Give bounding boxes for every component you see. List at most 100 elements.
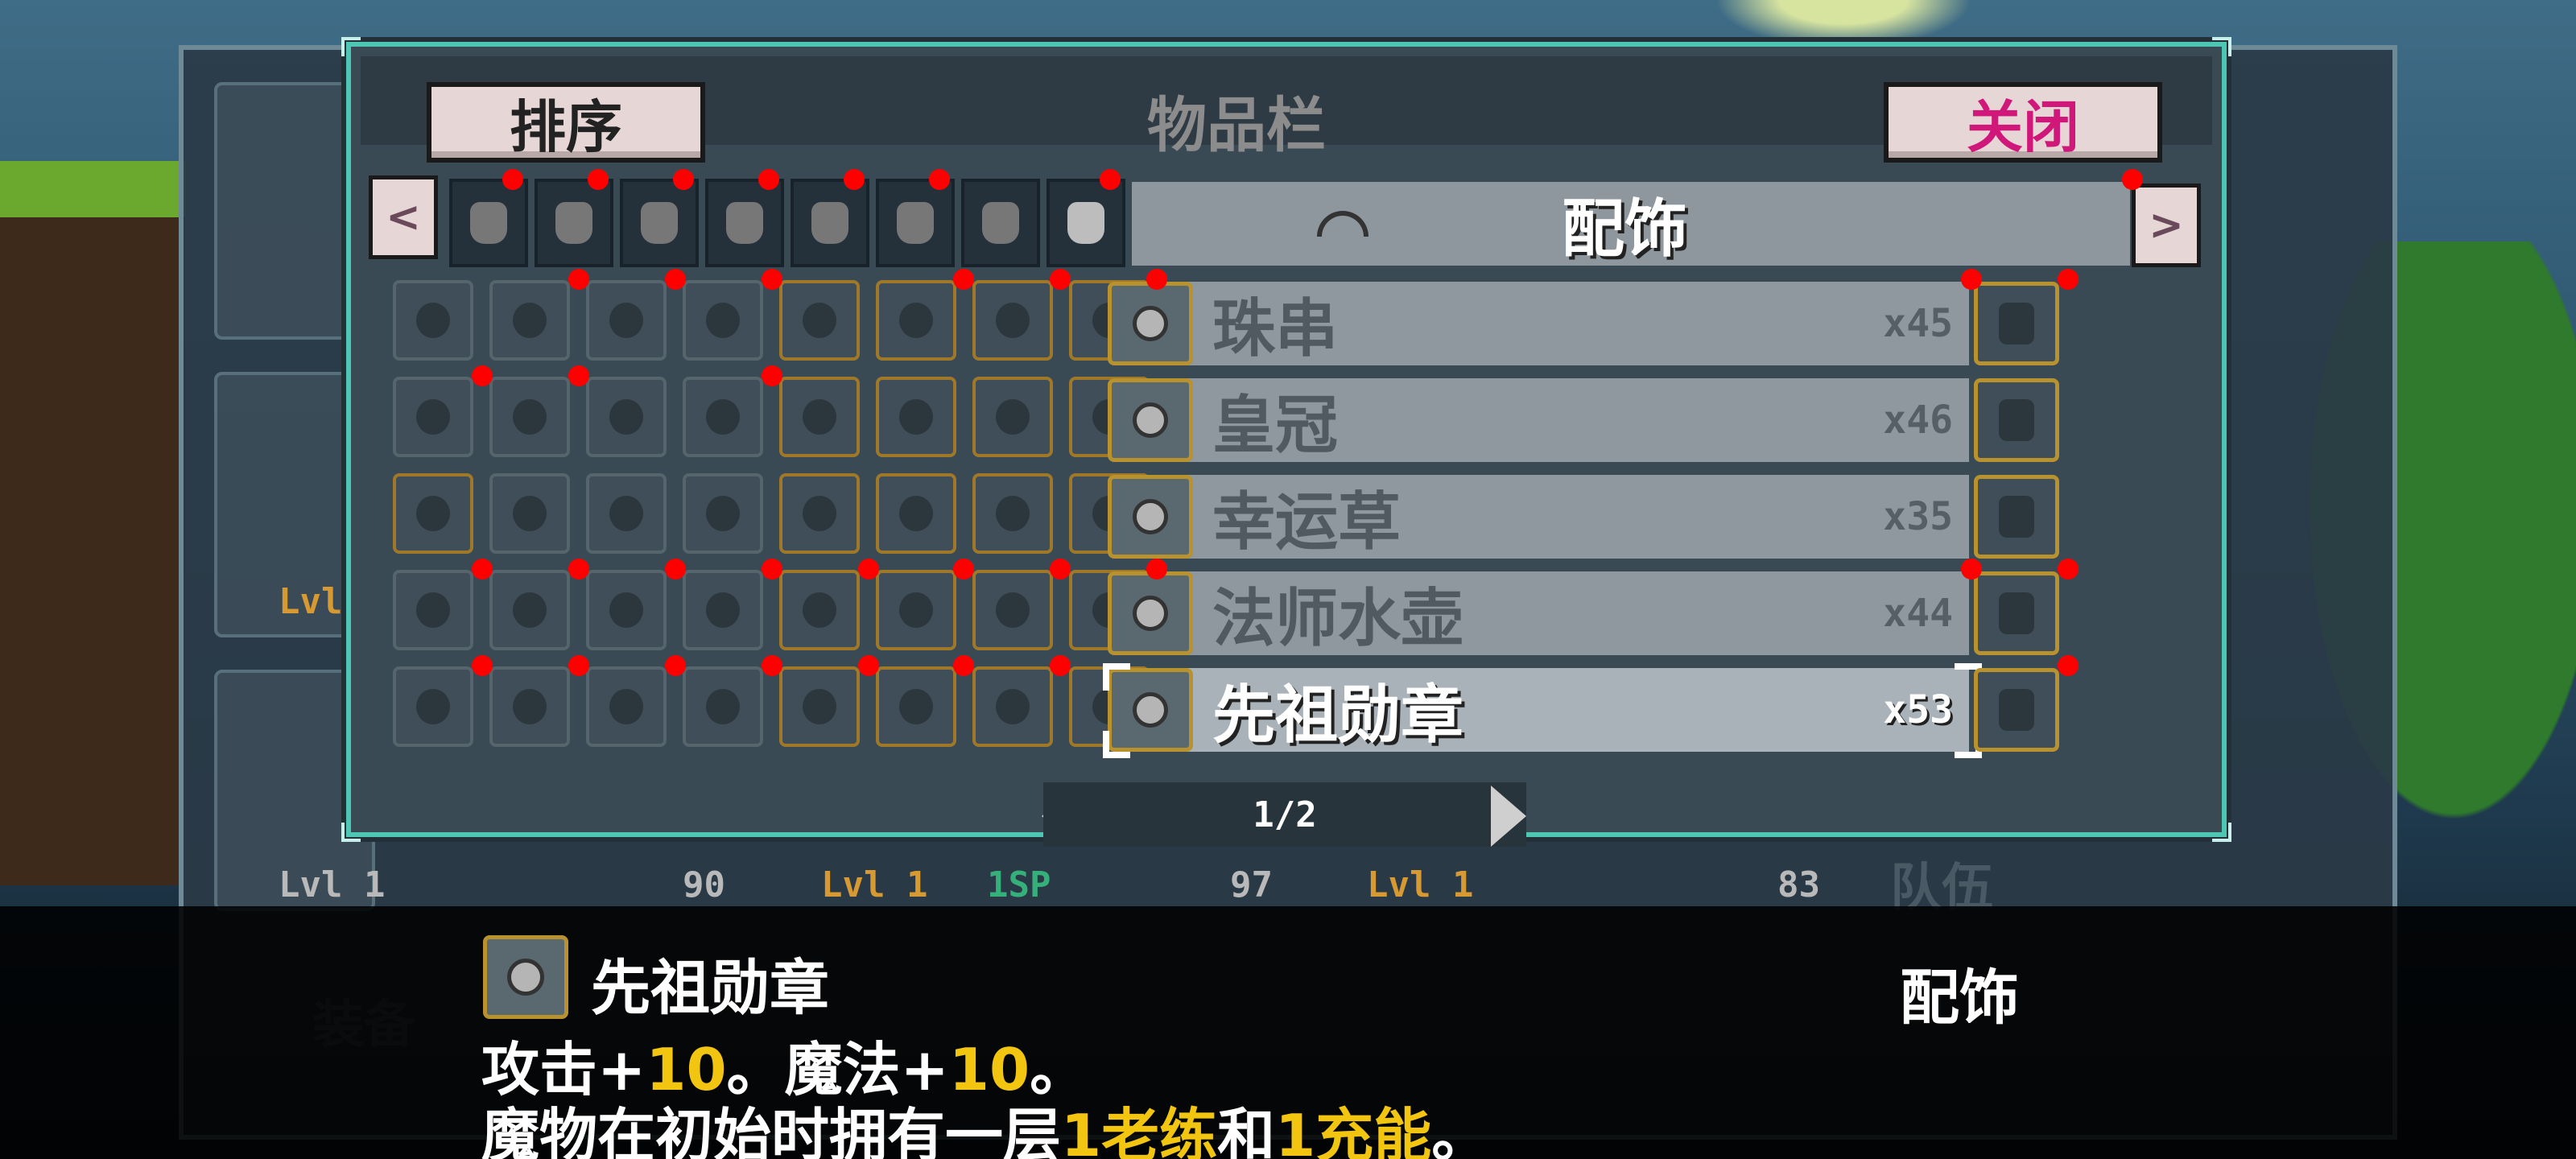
item-icon [416, 399, 450, 435]
frame-corner [2212, 823, 2231, 842]
tab-sparkle[interactable] [876, 179, 955, 267]
item-slot[interactable] [972, 473, 1053, 554]
page-next-button[interactable] [1491, 786, 1526, 847]
item-slot[interactable] [586, 280, 667, 361]
item-slot[interactable] [393, 280, 473, 361]
description-item-type: 配饰 [1900, 963, 2019, 1033]
tab-accessories-selected[interactable]: 配饰 [1132, 182, 2130, 266]
marker-dot [858, 559, 879, 580]
item-icon [1999, 592, 2034, 634]
item-icon [1999, 303, 2034, 344]
item-icon [609, 496, 643, 531]
item-name: 珠串 [1212, 293, 1339, 365]
item-slot[interactable] [779, 473, 860, 554]
grass-cliff [0, 161, 185, 885]
close-button[interactable]: 关闭 [1884, 82, 2162, 163]
item-slot[interactable] [683, 377, 763, 457]
item-row-selected[interactable]: 先祖勋章 x53 [1108, 668, 1969, 752]
item-row[interactable]: 珠串 x45 [1108, 282, 1969, 365]
item-slot[interactable] [393, 666, 473, 747]
item-slot[interactable] [393, 473, 473, 554]
marker-dot [2122, 169, 2143, 190]
item-slot[interactable] [586, 377, 667, 457]
item-slot[interactable] [393, 570, 473, 650]
marker-dot [762, 365, 782, 386]
item-slot[interactable] [586, 570, 667, 650]
desc-text: 魔物在初始时拥有一层 [481, 1102, 1062, 1159]
item-slot[interactable] [876, 666, 956, 747]
item-row[interactable]: 法师水壶 x44 [1108, 571, 1969, 655]
item-icon [899, 689, 933, 724]
item-slot[interactable] [489, 570, 570, 650]
item-row[interactable]: 皇冠 x46 [1108, 378, 1969, 462]
sort-button[interactable]: 排序 [427, 82, 705, 163]
item-slot[interactable] [1974, 668, 2059, 752]
item-slot[interactable] [779, 377, 860, 457]
marker-dot [568, 559, 589, 580]
item-count: x35 [1883, 494, 1953, 539]
item-slot[interactable] [586, 473, 667, 554]
clover-icon [1108, 475, 1193, 559]
item-icon [609, 592, 643, 628]
stat-value: 97 [1230, 864, 1273, 905]
item-slot[interactable] [1974, 378, 2059, 462]
item-slot[interactable] [1974, 475, 2059, 559]
item-slot[interactable] [876, 570, 956, 650]
item-icon [513, 496, 547, 531]
item-icon [609, 689, 643, 724]
item-icon [1999, 689, 2034, 731]
category-prev-button[interactable]: < [369, 175, 438, 259]
item-icon [899, 399, 933, 435]
item-slot[interactable] [972, 666, 1053, 747]
sun-glow [1715, 0, 1972, 48]
item-slot[interactable] [972, 280, 1053, 361]
item-slot[interactable] [683, 473, 763, 554]
marker-dot [1961, 559, 1982, 580]
tab-key[interactable] [961, 179, 1040, 267]
marker-dot [929, 169, 950, 190]
item-icon [706, 496, 740, 531]
flask-icon [1108, 571, 1193, 655]
item-slot[interactable] [972, 377, 1053, 457]
tab-bottle[interactable] [705, 179, 784, 267]
item-slot[interactable] [1974, 282, 2059, 365]
item-slot[interactable] [683, 280, 763, 361]
item-slot[interactable] [779, 280, 860, 361]
item-slot[interactable] [586, 666, 667, 747]
item-slot[interactable] [393, 377, 473, 457]
item-slot[interactable] [683, 570, 763, 650]
item-slot[interactable] [876, 280, 956, 361]
tab-fruit[interactable] [620, 179, 699, 267]
item-slot[interactable] [489, 280, 570, 361]
item-slot[interactable] [489, 473, 570, 554]
selection-corner [1103, 731, 1130, 758]
marker-dot [2058, 559, 2079, 580]
item-slot[interactable] [779, 570, 860, 650]
item-slot[interactable] [1974, 571, 2059, 655]
item-row[interactable]: 幸运草 x35 [1108, 475, 1969, 559]
tab-drop[interactable] [449, 179, 528, 267]
item-slot[interactable] [876, 473, 956, 554]
frame-corner [341, 37, 361, 56]
item-slot[interactable] [876, 377, 956, 457]
category-next-button[interactable]: > [2132, 184, 2201, 267]
item-slot[interactable] [489, 666, 570, 747]
item-slot[interactable] [779, 666, 860, 747]
item-icon [996, 399, 1030, 435]
tab-hammer[interactable] [791, 179, 869, 267]
level-label: Lvl 1 [821, 864, 928, 905]
marker-dot [673, 169, 694, 190]
marker-dot [1146, 269, 1167, 290]
item-slot[interactable] [972, 570, 1053, 650]
item-name: 幸运草 [1212, 486, 1402, 559]
desc-keyword: 1老练 [1061, 1102, 1218, 1159]
desc-text: 。 [1431, 1102, 1490, 1159]
marker-dot [1146, 559, 1167, 580]
tab-axe[interactable] [535, 179, 613, 267]
frame-corner [341, 823, 361, 842]
key-icon [982, 202, 1019, 244]
tab-sword[interactable] [1046, 179, 1125, 267]
item-slot[interactable] [489, 377, 570, 457]
item-slot[interactable] [683, 666, 763, 747]
item-icon [513, 303, 547, 338]
